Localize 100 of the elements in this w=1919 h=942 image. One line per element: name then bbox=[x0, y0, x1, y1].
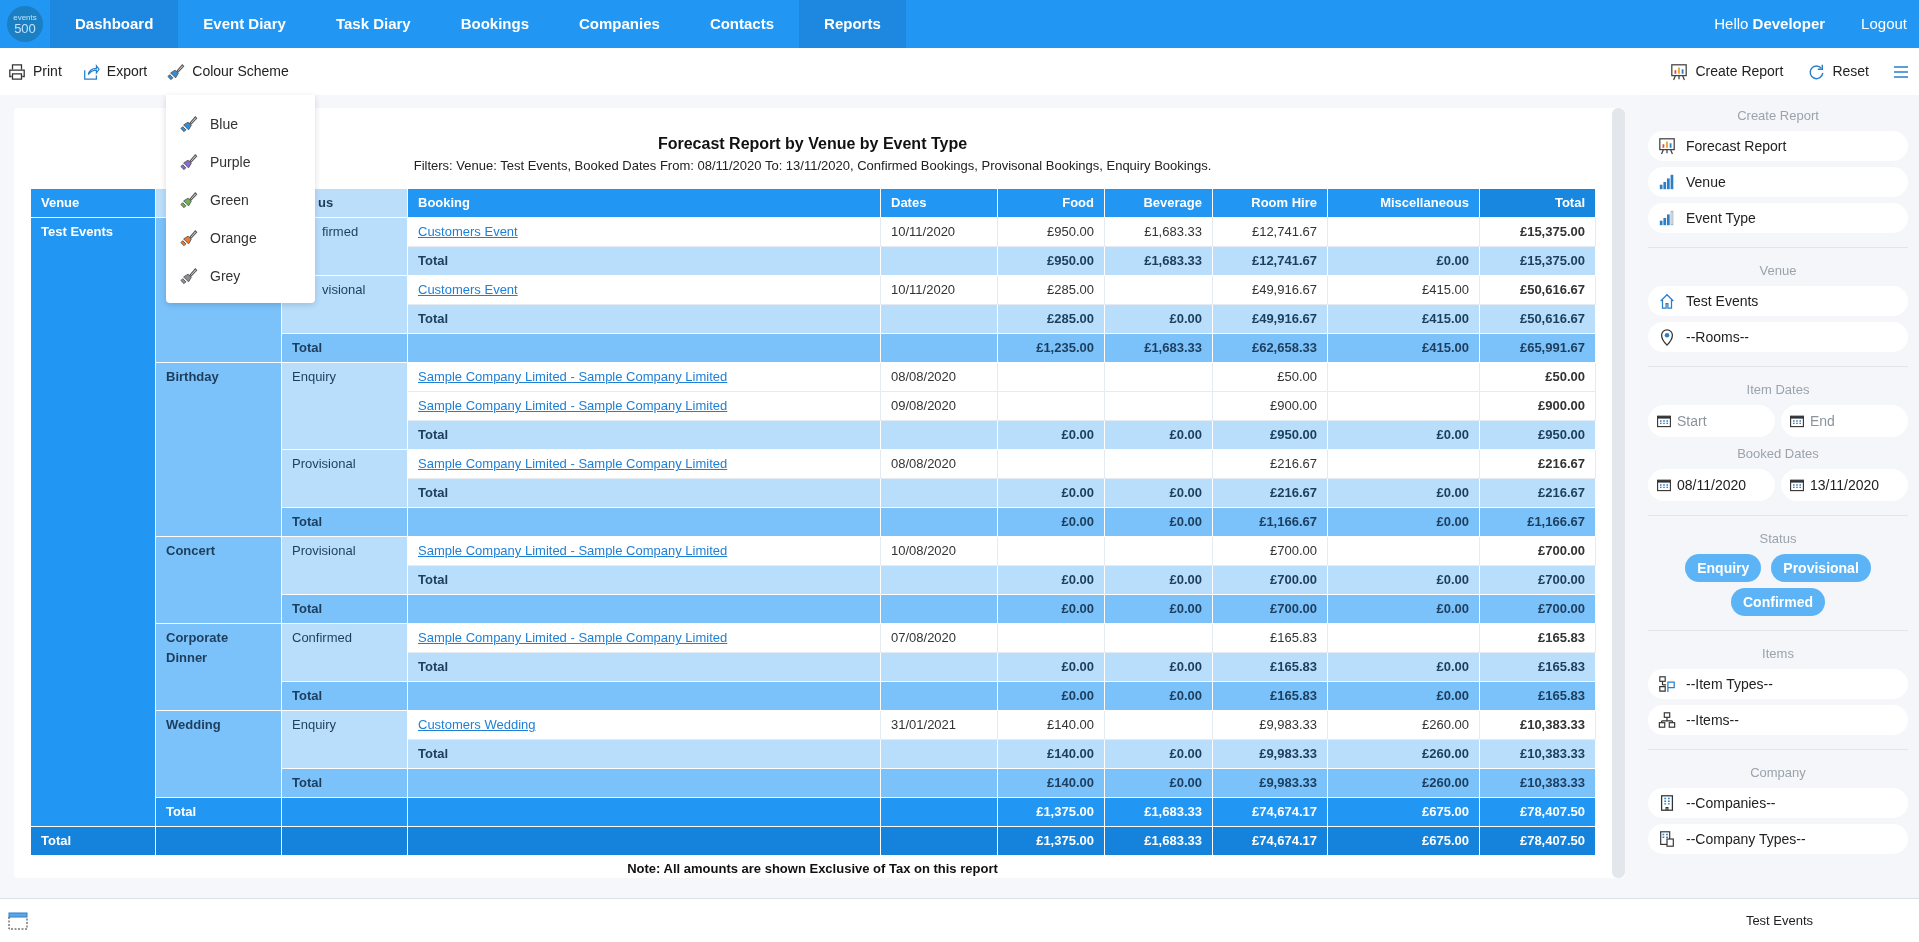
table-cell: £216.67 bbox=[1212, 449, 1328, 479]
column-header[interactable]: Room Hire bbox=[1212, 188, 1328, 218]
toolbar-button[interactable]: Export bbox=[81, 61, 148, 82]
logo[interactable]: events 500 bbox=[7, 6, 43, 42]
table-cell: £1,683.33 bbox=[1104, 246, 1213, 276]
column-header[interactable]: Total bbox=[1479, 188, 1596, 218]
table-cell: £0.00 bbox=[1327, 507, 1480, 537]
table-cell: £675.00 bbox=[1327, 797, 1480, 827]
nav-tab[interactable]: Reports bbox=[799, 0, 906, 48]
table-cell: £700.00 bbox=[1212, 565, 1328, 595]
toolbar-button[interactable]: Print bbox=[8, 61, 62, 82]
table-cell: £165.83 bbox=[1479, 681, 1596, 711]
table-cell: £950.00 bbox=[1479, 420, 1596, 450]
table-cell: Total bbox=[407, 246, 881, 276]
table-cell: £0.00 bbox=[1327, 594, 1480, 624]
column-header[interactable]: Booking bbox=[407, 188, 881, 218]
table-cell: £1,375.00 bbox=[997, 826, 1105, 856]
select-field[interactable]: --Items-- bbox=[1648, 705, 1908, 735]
nav-tab[interactable]: Task Diary bbox=[310, 0, 436, 48]
status-tag[interactable]: Enquiry bbox=[1685, 554, 1762, 582]
table-cell: £10,383.33 bbox=[1479, 710, 1596, 740]
table-cell: £0.00 bbox=[1327, 652, 1480, 682]
menu-item[interactable]: Blue bbox=[166, 105, 315, 143]
select-field[interactable]: Venue bbox=[1648, 167, 1908, 197]
nav-tab[interactable]: Event Diary bbox=[178, 0, 311, 48]
table-cell: Enquiry bbox=[281, 362, 408, 450]
column-header[interactable]: Beverage bbox=[1104, 188, 1213, 218]
table-cell: Total bbox=[281, 768, 408, 798]
table-cell: £0.00 bbox=[997, 681, 1105, 711]
calendar-icon bbox=[1656, 413, 1672, 429]
table-cell: £700.00 bbox=[1479, 565, 1596, 595]
table-cell: £216.67 bbox=[1479, 478, 1596, 508]
toolbar-button[interactable]: Create Report bbox=[1670, 61, 1784, 82]
table-cell: £700.00 bbox=[1479, 536, 1596, 566]
select-field[interactable]: --Rooms-- bbox=[1648, 322, 1908, 352]
date-field[interactable]: End bbox=[1781, 405, 1908, 437]
scrollbar[interactable] bbox=[1612, 108, 1625, 878]
table-cell: £700.00 bbox=[1212, 536, 1328, 566]
table-cell: £1,683.33 bbox=[1104, 217, 1213, 247]
share-icon bbox=[81, 62, 100, 81]
table-cell: £0.00 bbox=[1327, 246, 1480, 276]
table-cell: £260.00 bbox=[1327, 710, 1480, 740]
table-cell: £9,983.33 bbox=[1212, 739, 1328, 769]
nav-tab[interactable]: Companies bbox=[554, 0, 685, 48]
hierarchy-icon bbox=[1658, 711, 1676, 729]
column-header[interactable]: Food bbox=[997, 188, 1105, 218]
table-cell: £0.00 bbox=[997, 507, 1105, 537]
table-cell: Confirmed bbox=[281, 623, 408, 682]
nav-tab[interactable]: Bookings bbox=[435, 0, 554, 48]
menu-item[interactable]: Purple bbox=[166, 143, 315, 181]
table-cell: £950.00 bbox=[997, 217, 1105, 247]
paintbrush-icon bbox=[180, 115, 198, 133]
table-cell: £74,674.17 bbox=[1212, 797, 1328, 827]
table-cell: £1,683.33 bbox=[1104, 826, 1213, 856]
toolbar-button[interactable]: Reset bbox=[1807, 61, 1869, 82]
table-cell: 08/08/2020 bbox=[880, 362, 998, 392]
select-field[interactable]: Forecast Report bbox=[1648, 131, 1908, 161]
select-field[interactable]: --Company Types-- bbox=[1648, 824, 1908, 854]
nav-tab[interactable]: Contacts bbox=[684, 0, 800, 48]
select-field[interactable]: --Item Types-- bbox=[1648, 669, 1908, 699]
table-cell: £78,407.50 bbox=[1479, 797, 1596, 827]
location-pin-icon bbox=[1658, 328, 1676, 346]
select-field[interactable]: Event Type bbox=[1648, 203, 1908, 233]
table-cell: £0.00 bbox=[997, 565, 1105, 595]
booking-link[interactable]: Customers Event bbox=[418, 224, 518, 240]
table-cell: £675.00 bbox=[1327, 826, 1480, 856]
table-cell: £1,235.00 bbox=[997, 333, 1105, 363]
table-cell: £950.00 bbox=[997, 246, 1105, 276]
column-header[interactable]: Venue bbox=[30, 188, 156, 218]
table-cell: Wedding bbox=[155, 710, 282, 798]
table-cell: £50.00 bbox=[1212, 362, 1328, 392]
column-header[interactable]: Dates bbox=[880, 188, 998, 218]
table-cell: £285.00 bbox=[997, 275, 1105, 305]
table-cell: Total bbox=[407, 739, 881, 769]
select-field[interactable]: Test Events bbox=[1648, 286, 1908, 316]
date-field[interactable]: 08/11/2020 bbox=[1648, 469, 1775, 501]
select-field[interactable]: --Companies-- bbox=[1648, 788, 1908, 818]
toolbar-button[interactable]: Colour Scheme bbox=[167, 61, 289, 82]
table-cell: Total bbox=[407, 652, 881, 682]
table-cell: £0.00 bbox=[1327, 565, 1480, 595]
booking-link[interactable]: Customers Wedding bbox=[418, 717, 536, 733]
logout-link[interactable]: Logout bbox=[1861, 12, 1907, 36]
table-cell: Total bbox=[407, 478, 881, 508]
table-cell: Total bbox=[407, 304, 881, 334]
table-cell: £65,991.67 bbox=[1479, 333, 1596, 363]
column-header[interactable]: Miscellaneous bbox=[1327, 188, 1480, 218]
menu-button[interactable] bbox=[1893, 64, 1909, 79]
section-heading: Company bbox=[1749, 764, 1807, 782]
status-tag[interactable]: Provisional bbox=[1771, 554, 1871, 582]
booking-link[interactable]: Customers Event bbox=[418, 282, 518, 298]
date-field[interactable]: Start bbox=[1648, 405, 1775, 437]
status-tag[interactable]: Confirmed bbox=[1731, 588, 1825, 616]
date-field[interactable]: 13/11/2020 bbox=[1781, 469, 1908, 501]
nav-tab[interactable]: Dashboard bbox=[50, 0, 179, 48]
table-cell: £285.00 bbox=[997, 304, 1105, 334]
home-icon bbox=[1658, 292, 1676, 310]
report-filters: Filters: Venue: Test Events, Booked Dates From: 08/11/2020 To: 13/11/2020, Confirmed Bookings, Provisonal Bookings, Enquiry Bookings. bbox=[413, 157, 1212, 175]
table-cell: Total bbox=[281, 594, 408, 624]
table-cell: £165.83 bbox=[1212, 681, 1328, 711]
table-cell: £0.00 bbox=[997, 652, 1105, 682]
